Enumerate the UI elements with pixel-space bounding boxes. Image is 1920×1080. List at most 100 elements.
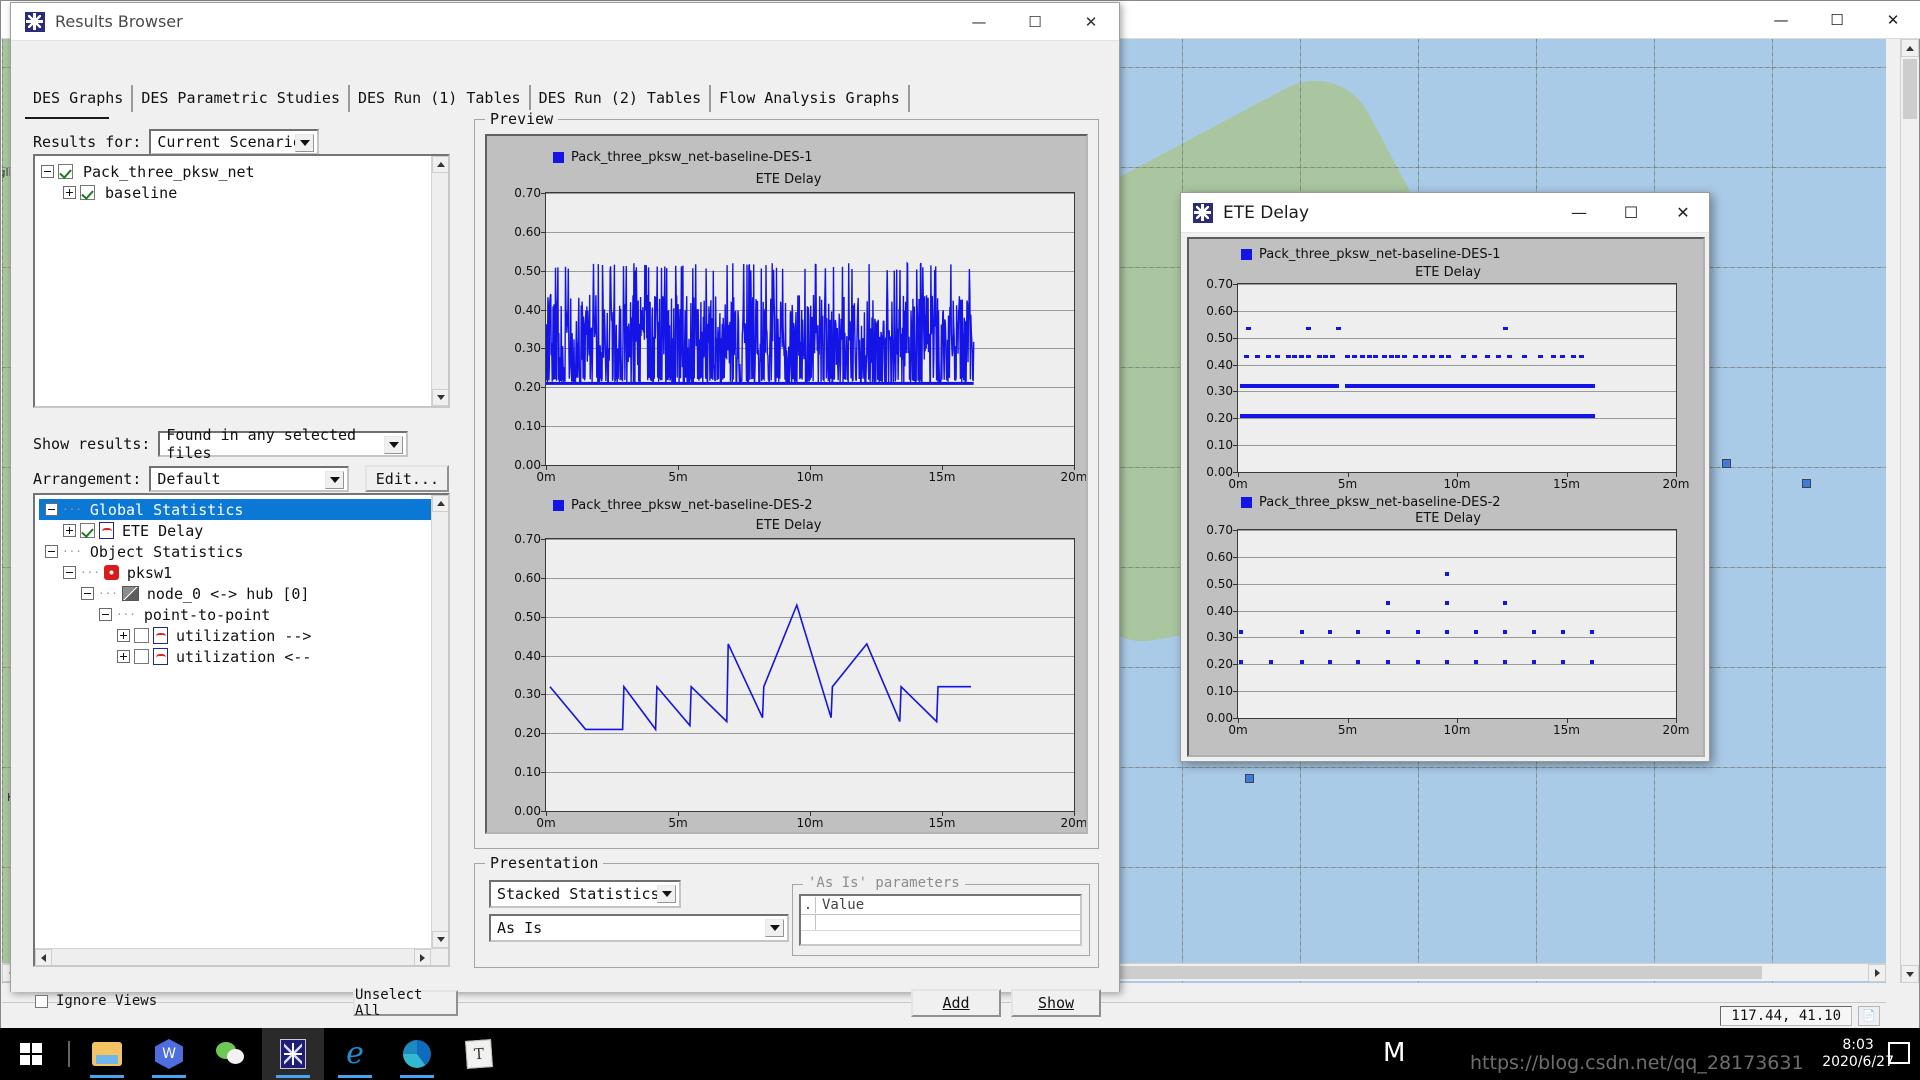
scroll-down-arrow[interactable]: [432, 389, 448, 406]
tree-checkbox[interactable]: [134, 649, 149, 664]
scroll-down-arrow[interactable]: [432, 931, 448, 948]
ete-minimize-button[interactable]: —: [1553, 193, 1605, 233]
ete-delay-titlebar[interactable]: ETE Delay — ☐ ✕: [1181, 193, 1709, 233]
microsoft-edge-task[interactable]: [386, 1028, 448, 1080]
scrollbar-thumb[interactable]: [1903, 59, 1917, 119]
chevron-down-icon[interactable]: [325, 470, 345, 489]
add-button[interactable]: Add: [911, 989, 1001, 1017]
expand-icon[interactable]: [63, 524, 76, 537]
tree-checkbox[interactable]: [58, 164, 73, 179]
maximize-button[interactable]: ☐: [1007, 3, 1063, 41]
scenario-tree[interactable]: Pack_three_pksw_net baseline: [33, 154, 450, 408]
data-point: [1445, 572, 1450, 577]
file-explorer-task[interactable]: [76, 1028, 138, 1080]
scroll-right-arrow[interactable]: [414, 949, 431, 965]
tab-des-parametric-studies[interactable]: DES Parametric Studies: [133, 85, 350, 112]
tab-des-run-2-tables[interactable]: DES Run (2) Tables: [530, 85, 712, 112]
collapse-icon[interactable]: [99, 608, 112, 621]
scenario-tree-scrollbar[interactable]: [431, 156, 448, 406]
tree-item[interactable]: utilization -->: [39, 625, 448, 646]
as-is-combo[interactable]: As Is: [489, 914, 789, 942]
tree-item[interactable]: Pack_three_pksw_net: [41, 161, 444, 182]
tree-item[interactable]: ··· Object Statistics: [39, 541, 448, 562]
edit-arrangement-button[interactable]: Edit...: [365, 465, 450, 492]
map-vertical-scrollbar[interactable]: [1900, 39, 1919, 983]
map-node-marker[interactable]: [1722, 459, 1731, 468]
scroll-up-arrow[interactable]: [432, 495, 448, 512]
data-point: [1299, 630, 1304, 635]
expand-icon[interactable]: [63, 186, 76, 199]
tree-item[interactable]: ··· node_0 <-> hub [0]: [39, 583, 448, 604]
expand-icon[interactable]: [117, 629, 130, 642]
tree-item-label: utilization <--: [176, 647, 312, 666]
statistics-tree[interactable]: ··· Global Statistics ETE Delay ··· Object S…: [33, 493, 450, 967]
tree-item[interactable]: ··· pksw1: [39, 562, 448, 583]
scroll-left-arrow[interactable]: [35, 949, 52, 965]
presentation-mode-combo[interactable]: Stacked Statistics: [489, 880, 681, 908]
collapse-icon[interactable]: [41, 165, 54, 178]
tree-checkbox[interactable]: [80, 185, 95, 200]
map-minimize-button[interactable]: —: [1753, 1, 1809, 39]
tab-des-graphs[interactable]: DES Graphs: [25, 85, 134, 112]
ete-maximize-button[interactable]: ☐: [1605, 193, 1657, 233]
scroll-down-arrow[interactable]: [1901, 965, 1919, 983]
results-browser-titlebar[interactable]: Results Browser — ☐ ✕: [11, 3, 1119, 41]
as-is-parameters-table[interactable]: . Value: [799, 894, 1082, 946]
tab-des-run-1-tables[interactable]: DES Run (1) Tables: [350, 85, 531, 112]
data-point: [1412, 354, 1418, 359]
show-button[interactable]: Show: [1011, 989, 1101, 1017]
map-maximize-button[interactable]: ☐: [1809, 1, 1865, 39]
tree-connector: ···: [62, 503, 82, 516]
minimize-button[interactable]: —: [951, 3, 1007, 41]
value-column-header: Value: [822, 897, 865, 913]
map-node-marker[interactable]: [1245, 774, 1254, 783]
wechat-task[interactable]: [200, 1028, 262, 1080]
notification-center-icon[interactable]: [1888, 1042, 1910, 1064]
collapse-icon[interactable]: [81, 587, 94, 600]
tree-item[interactable]: ··· Global Statistics: [39, 499, 448, 520]
expand-icon[interactable]: [117, 650, 130, 663]
collapse-icon[interactable]: [45, 545, 58, 558]
table-row[interactable]: [801, 915, 1080, 931]
chevron-down-icon[interactable]: [657, 885, 676, 903]
start-button[interactable]: [0, 1028, 62, 1080]
tree-item[interactable]: baseline: [41, 182, 444, 203]
scroll-up-arrow[interactable]: [432, 156, 448, 173]
results-for-combo[interactable]: Current Scenario: [149, 129, 320, 155]
ignore-views-checkbox[interactable]: [35, 994, 48, 1008]
scroll-right-arrow[interactable]: [1868, 964, 1886, 982]
scroll-up-arrow[interactable]: [1901, 39, 1919, 57]
text-editor-task[interactable]: T: [448, 1028, 510, 1080]
ete-close-button[interactable]: ✕: [1657, 193, 1709, 233]
ete-delay-chart-pane[interactable]: Pack_three_pksw_net-baseline-DES-1 ETE D…: [1187, 237, 1705, 757]
tree-checkbox[interactable]: [80, 523, 95, 538]
clipboard-icon[interactable]: 📄: [1858, 1005, 1880, 1026]
tree-item[interactable]: utilization <--: [39, 646, 448, 667]
tab-flow-analysis-graphs[interactable]: Flow Analysis Graphs: [711, 85, 910, 112]
y-tick-label: 0.30: [514, 341, 541, 356]
map-close-button[interactable]: ✕: [1865, 1, 1920, 39]
tree-item[interactable]: ETE Delay: [39, 520, 448, 541]
arrangement-combo[interactable]: Default: [149, 465, 350, 492]
riverbed-modeler-task[interactable]: [262, 1028, 324, 1080]
wps-office-task[interactable]: W: [138, 1028, 200, 1080]
statistics-tree-hscrollbar[interactable]: [35, 948, 448, 965]
data-point: [1373, 354, 1379, 359]
chevron-down-icon[interactable]: [765, 919, 784, 937]
statistics-tree-vscrollbar[interactable]: [431, 495, 448, 965]
chevron-down-icon[interactable]: [384, 436, 404, 454]
show-results-combo[interactable]: Found in any selected files: [158, 426, 409, 462]
preview-chart-pane[interactable]: Pack_three_pksw_net-baseline-DES-1 ETE D…: [485, 134, 1088, 834]
tree-checkbox[interactable]: [134, 628, 149, 643]
y-tick-label: 0.70: [1206, 523, 1233, 537]
collapse-icon[interactable]: [45, 503, 58, 516]
chevron-down-icon[interactable]: [295, 134, 315, 152]
unselect-all-button[interactable]: Unselect All: [353, 987, 458, 1019]
internet-explorer-task[interactable]: e: [324, 1028, 386, 1080]
map-node-marker[interactable]: [1802, 479, 1811, 488]
clock-date: 2020/6/27: [1822, 1054, 1894, 1070]
tree-item[interactable]: ··· point-to-point: [39, 604, 448, 625]
taskbar-clock[interactable]: 8:03 2020/6/27: [1822, 1037, 1894, 1072]
close-button[interactable]: ✕: [1063, 3, 1119, 41]
collapse-icon[interactable]: [63, 566, 76, 579]
